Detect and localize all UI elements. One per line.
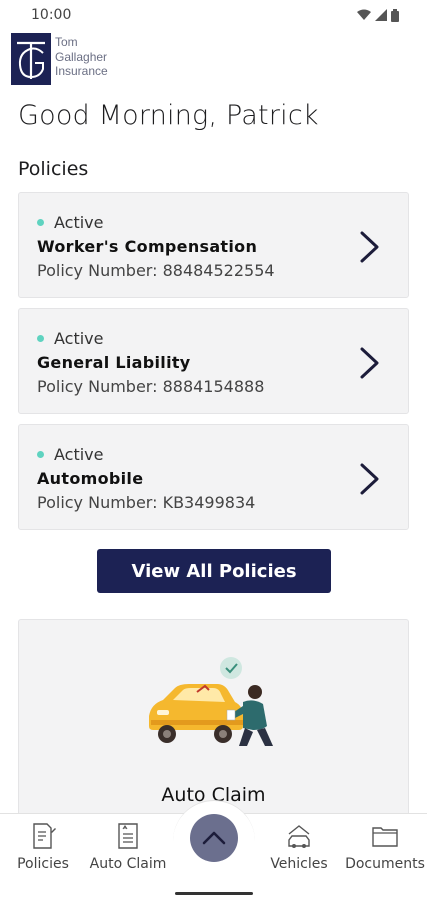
vehicles-icon bbox=[288, 825, 310, 848]
policy-name: General Liability bbox=[37, 353, 191, 372]
wifi-icon bbox=[357, 9, 371, 20]
chevron-right-icon[interactable] bbox=[358, 346, 382, 380]
signal-icon bbox=[375, 9, 387, 21]
policy-name: Automobile bbox=[37, 469, 144, 488]
policies-section-title: Policies bbox=[18, 158, 89, 180]
nav-item-vehicles[interactable]: Vehicles bbox=[257, 822, 341, 872]
auto-claim-illustration-icon bbox=[149, 657, 273, 746]
logo-text-line: Gallagher bbox=[55, 49, 108, 64]
documents-icon bbox=[372, 827, 398, 847]
expand-menu-button[interactable] bbox=[190, 814, 238, 862]
active-status-dot-icon bbox=[37, 219, 44, 226]
status-time: 10:00 bbox=[31, 7, 72, 23]
policy-card[interactable]: Active Automobile Policy Number: KB34998… bbox=[18, 424, 409, 530]
company-logo: Tom Gallagher Insurance bbox=[11, 33, 108, 85]
active-status-dot-icon bbox=[37, 451, 44, 458]
policy-card[interactable]: Active Worker's Compensation Policy Numb… bbox=[18, 192, 409, 298]
policy-number: Policy Number: 8884154888 bbox=[37, 377, 265, 396]
nav-item-auto-claim[interactable]: Auto Claim bbox=[86, 822, 170, 872]
auto-claim-icon bbox=[118, 823, 138, 849]
policy-number: Policy Number: KB3499834 bbox=[37, 493, 256, 512]
policy-status-label: Active bbox=[54, 213, 104, 232]
logo-text-line: Tom bbox=[55, 35, 78, 49]
logo-mark-icon bbox=[11, 33, 51, 85]
nav-label: Documents bbox=[345, 856, 425, 872]
policies-icon bbox=[33, 823, 56, 849]
policy-card[interactable]: Active General Liability Policy Number: … bbox=[18, 308, 409, 414]
home-indicator bbox=[175, 892, 253, 895]
bottom-navigation: Policies Auto Claim Vehicles Documents bbox=[0, 800, 427, 901]
status-bar: 10:00 bbox=[0, 0, 427, 30]
battery-icon bbox=[391, 8, 399, 22]
policy-name: Worker's Compensation bbox=[37, 237, 258, 256]
chevron-up-icon bbox=[202, 831, 226, 845]
policy-status-label: Active bbox=[54, 329, 104, 348]
nav-label: Auto Claim bbox=[89, 856, 167, 872]
nav-item-documents[interactable]: Documents bbox=[343, 822, 427, 872]
chevron-right-icon[interactable] bbox=[358, 230, 382, 264]
nav-item-policies[interactable]: Policies bbox=[1, 822, 85, 872]
greeting-title: Good Morning, Patrick bbox=[18, 100, 319, 131]
nav-label: Policies bbox=[17, 856, 69, 872]
policy-number: Policy Number: 88484522554 bbox=[37, 261, 275, 280]
chevron-right-icon[interactable] bbox=[358, 462, 382, 496]
policy-status-label: Active bbox=[54, 445, 104, 464]
active-status-dot-icon bbox=[37, 335, 44, 342]
nav-label: Vehicles bbox=[270, 856, 328, 872]
status-icons bbox=[357, 8, 399, 22]
logo-text-line: Insurance bbox=[55, 64, 108, 78]
view-all-policies-button[interactable]: View All Policies bbox=[97, 549, 331, 593]
